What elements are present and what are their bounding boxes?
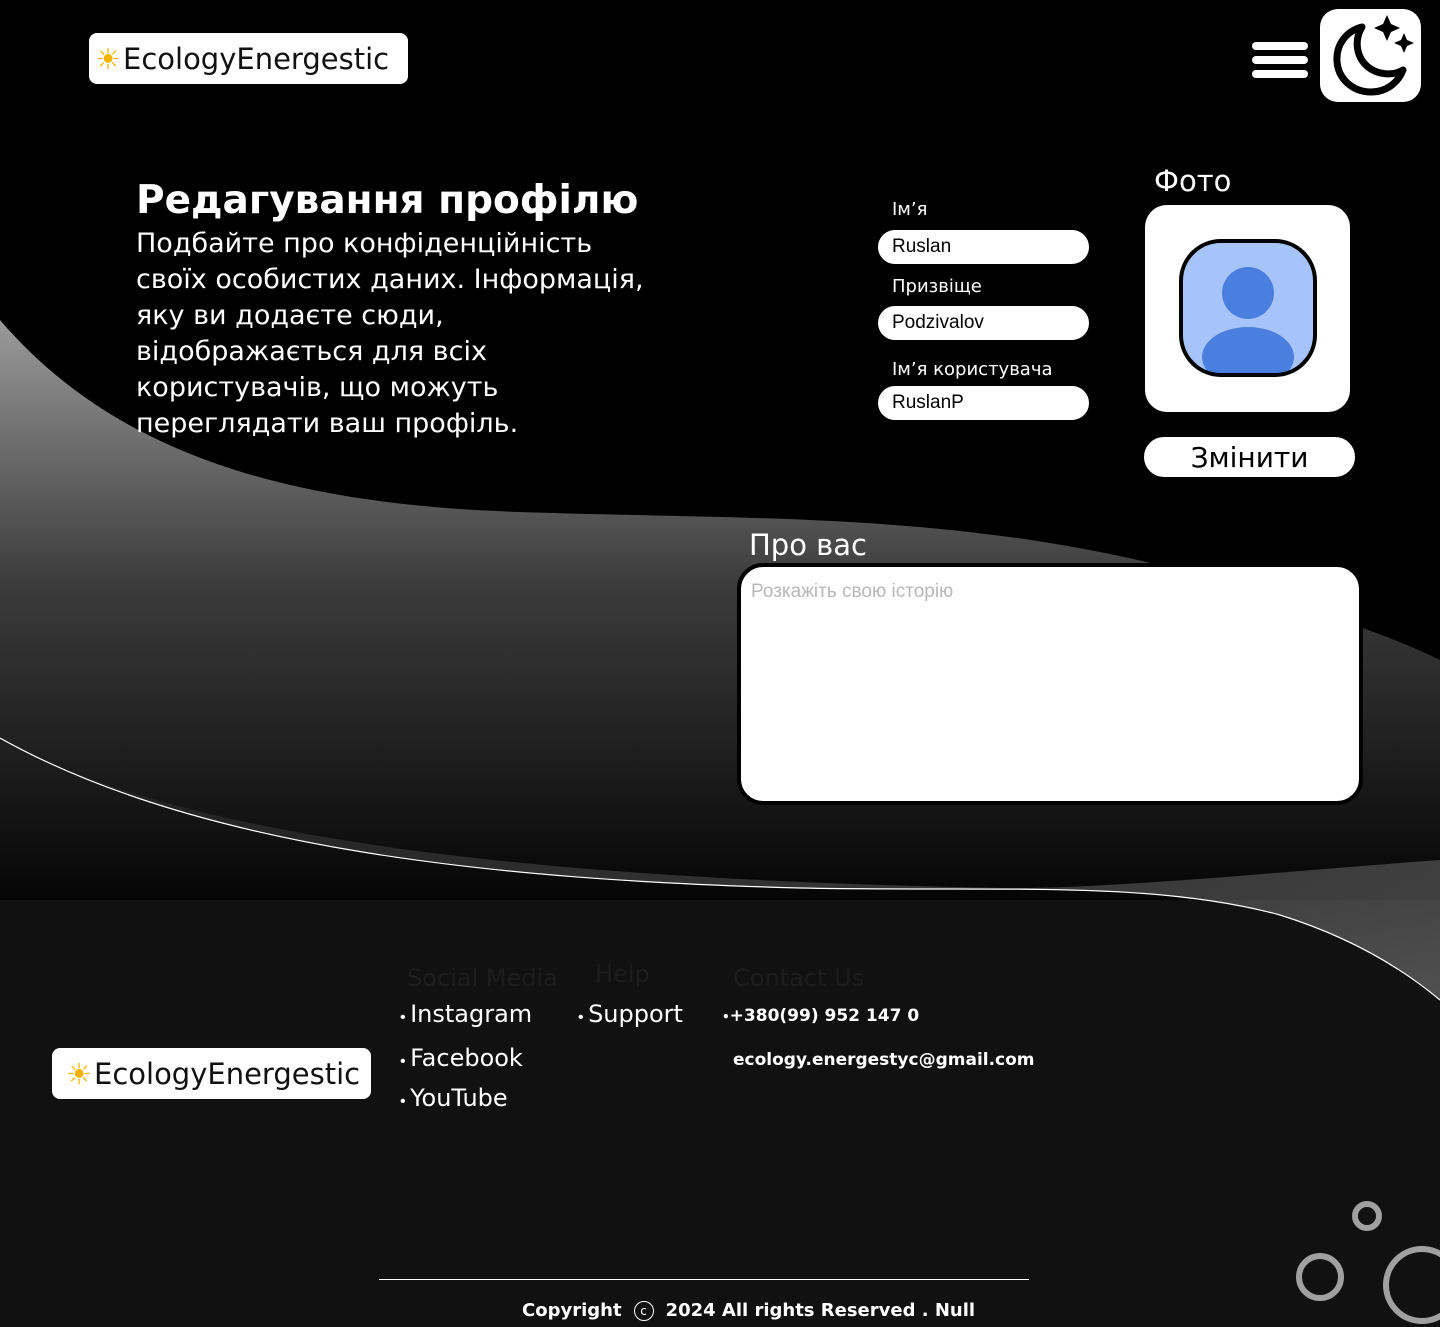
about-label: Про вас [749,528,867,562]
photo-label: Фото [1154,164,1232,198]
help-link-support[interactable]: • Support [578,1000,683,1028]
help-heading: Help [595,960,650,988]
username-input[interactable] [876,384,1091,422]
instagram-link[interactable]: Instagram [410,1000,532,1028]
username-label: Ім’я користувача [892,359,1053,380]
contact-heading: Contact Us [733,964,865,992]
copyright-icon: c [633,1300,654,1321]
moon-stars-icon [1333,15,1414,96]
first-name-input[interactable] [876,228,1091,266]
sun-icon: ☀ [95,41,121,76]
header-logo[interactable]: ☀ EcologyEnergestic [89,33,408,84]
social-link-youtube[interactable]: • YouTube [400,1084,508,1112]
theme-toggle-button[interactable] [1320,9,1421,102]
phone-text: +380(99) 952 147 0 [729,1006,920,1026]
social-media-heading: Social Media [407,964,558,992]
support-link[interactable]: Support [588,1000,683,1028]
social-link-instagram[interactable]: • Instagram [400,1000,532,1028]
top-header: ☀ EcologyEnergestic [0,0,1440,116]
youtube-link[interactable]: YouTube [410,1084,508,1112]
social-link-facebook[interactable]: • Facebook [400,1044,523,1072]
copyright-prefix: Copyright [522,1300,622,1321]
about-textarea[interactable] [737,563,1363,805]
hamburger-menu-icon[interactable] [1252,42,1308,80]
sun-icon: ☀ [66,1056,92,1091]
copyright: Copyright c 2024 All rights Reserved . N… [522,1300,975,1321]
footer-divider [379,1279,1029,1280]
facebook-link[interactable]: Facebook [410,1044,523,1072]
brand-name: EcologyEnergestic [123,41,390,76]
change-photo-button[interactable]: Змінити [1142,435,1357,479]
contact-email[interactable]: ecology.energestyc@gmail.com [733,1050,1035,1070]
user-avatar-icon [1179,239,1317,377]
first-name-label: Ім’я [892,199,928,220]
last-name-label: Призвіще [892,276,982,297]
photo-card [1145,205,1350,412]
page-description: Подбайте про конфіденційність своїх особ… [136,228,644,439]
copyright-text: 2024 All rights Reserved . Null [665,1300,976,1321]
last-name-input[interactable] [876,304,1091,342]
footer-logo[interactable]: ☀ EcologyEnergestic [52,1048,371,1099]
contact-phone[interactable]: •+380(99) 952 147 0 [722,1006,919,1026]
page-title: Редагування профілю [136,178,639,223]
brand-name: EcologyEnergestic [94,1056,361,1091]
